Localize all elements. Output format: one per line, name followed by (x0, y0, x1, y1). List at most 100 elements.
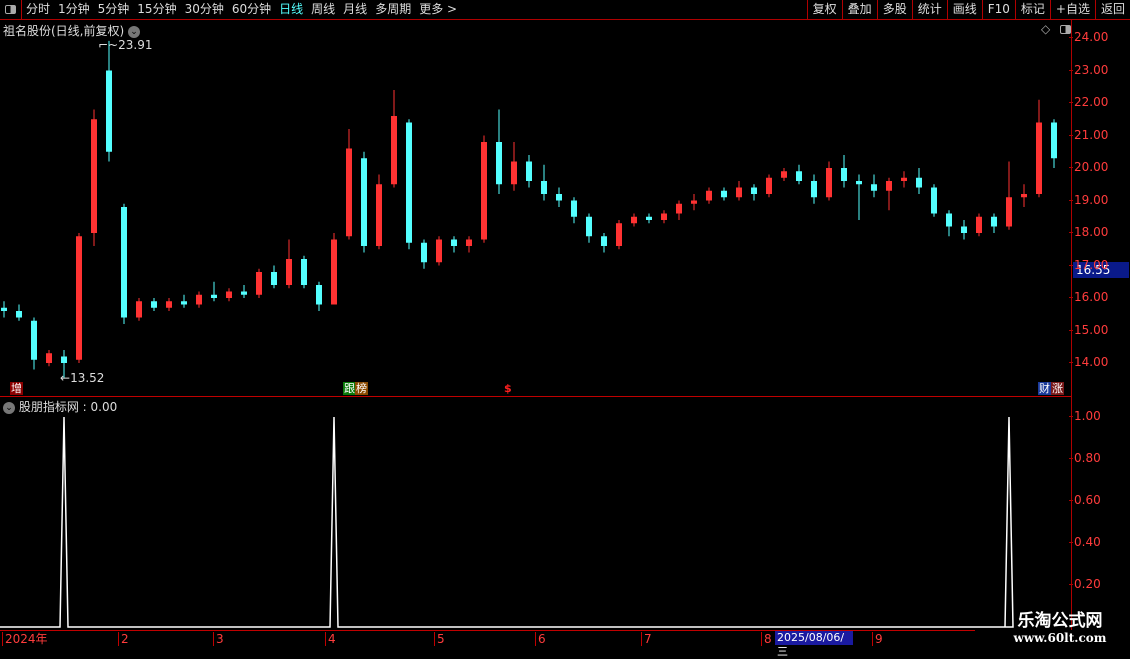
candle-body[interactable] (706, 190, 712, 201)
marker-dollar[interactable]: $ (503, 382, 513, 395)
candle-body[interactable] (46, 353, 52, 363)
date-label: 9 (872, 632, 883, 646)
candle-body[interactable] (541, 181, 547, 194)
price-chart (0, 40, 1057, 628)
candle-body[interactable] (916, 177, 922, 188)
candle-body[interactable] (751, 187, 757, 195)
candle-body[interactable] (781, 171, 787, 178)
indicator-tick: 1.00 (1069, 409, 1101, 423)
candle-body[interactable] (226, 291, 232, 299)
candle-body[interactable] (796, 171, 802, 181)
candle-body[interactable] (961, 226, 967, 234)
candle-body[interactable] (361, 158, 367, 246)
candle-body[interactable] (61, 356, 67, 364)
candle-body[interactable] (901, 177, 907, 181)
price-tick: 16.00 (1068, 290, 1109, 304)
candle-body[interactable] (871, 184, 877, 191)
candle-body[interactable] (466, 239, 472, 247)
candle-body[interactable] (211, 294, 217, 298)
low-annotation: ←13.52 (60, 371, 105, 385)
candle-body[interactable] (31, 320, 37, 360)
candle-body[interactable] (1051, 122, 1057, 159)
candle-body[interactable] (481, 142, 487, 240)
candle-body[interactable] (841, 168, 847, 181)
candle-body[interactable] (856, 181, 862, 185)
marker-cai[interactable]: 财 (1038, 382, 1051, 395)
candle-body[interactable] (946, 213, 952, 227)
candle-body[interactable] (766, 177, 772, 194)
indicator-tick: 0.80 (1069, 451, 1101, 465)
date-label: 7 (641, 632, 652, 646)
candle-body[interactable] (181, 301, 187, 305)
chevron-down-icon[interactable]: ⌄ (3, 401, 15, 414)
candle-body[interactable] (886, 181, 892, 191)
candle-body[interactable] (1006, 197, 1012, 227)
candle-body[interactable] (721, 190, 727, 198)
candle-body[interactable] (661, 213, 667, 221)
date-label: 8 (761, 632, 772, 646)
candle-body[interactable] (931, 187, 937, 214)
candle-body[interactable] (16, 311, 22, 318)
price-tick: 15.00 (1068, 322, 1109, 337)
candle-body[interactable] (1, 307, 7, 311)
candle-body[interactable] (691, 200, 697, 204)
candle-body[interactable] (136, 301, 142, 318)
candle-body[interactable] (511, 161, 517, 185)
marker-zhang[interactable]: 涨 (1051, 382, 1064, 395)
candle-body[interactable] (286, 259, 292, 285)
candle-body[interactable] (151, 301, 157, 308)
candle-body[interactable] (496, 142, 502, 185)
candle-body[interactable] (571, 200, 577, 217)
candle-body[interactable] (436, 239, 442, 263)
candle-body[interactable] (991, 216, 997, 227)
candle-body[interactable] (646, 216, 652, 220)
candle-body[interactable] (331, 239, 337, 305)
date-label: 3 (213, 632, 224, 646)
candle-body[interactable] (616, 223, 622, 246)
candle-body[interactable] (421, 242, 427, 263)
date-label: 2024年 (2, 632, 48, 646)
candle-body[interactable] (271, 272, 277, 285)
candle-body[interactable] (391, 116, 397, 185)
candle-body[interactable] (196, 294, 202, 305)
indicator-tick: 0.40 (1069, 535, 1101, 549)
candle-body[interactable] (91, 119, 97, 233)
candle-body[interactable] (1021, 194, 1027, 198)
candle-body[interactable] (976, 216, 982, 233)
candle-body[interactable] (826, 168, 832, 198)
marker-zeng[interactable]: 增 (10, 382, 23, 395)
price-tick: 22.00 (1068, 95, 1109, 109)
candle-body[interactable] (106, 70, 112, 152)
candle-body[interactable] (301, 259, 307, 285)
watermark-url: www.60lt.com (1013, 631, 1107, 645)
candle-body[interactable] (736, 187, 742, 198)
candle-body[interactable] (346, 148, 352, 237)
candle-body[interactable] (526, 161, 532, 182)
candle-body[interactable] (586, 216, 592, 237)
candle-body[interactable] (121, 207, 127, 318)
price-tick: 14.00 (1068, 355, 1109, 369)
indicator-title: ⌄ 股朋指标网 : 0.00 (3, 398, 117, 415)
candle-body[interactable] (811, 181, 817, 198)
panel-divider[interactable] (0, 396, 1071, 397)
marker-bang[interactable]: 榜 (355, 382, 368, 395)
candle-body[interactable] (451, 239, 457, 247)
indicator-tick: 0.20 (1069, 577, 1101, 591)
candle-body[interactable] (601, 236, 607, 246)
candle-body[interactable] (256, 272, 262, 295)
candle-body[interactable] (1036, 122, 1042, 195)
candle-body[interactable] (406, 122, 412, 243)
candle-body[interactable] (76, 236, 82, 360)
candle-body[interactable] (316, 285, 322, 305)
candle-body[interactable] (166, 301, 172, 308)
indicator-name: 股朋指标网 (18, 400, 79, 414)
indicator-value: : 0.00 (82, 400, 118, 414)
candle-body[interactable] (556, 194, 562, 201)
candle-body[interactable] (676, 203, 682, 214)
candle-body[interactable] (376, 184, 382, 246)
toolbar-button[interactable]: 返回 (1094, 0, 1130, 19)
low-price: 13.52 (70, 371, 105, 385)
candle-body[interactable] (241, 291, 247, 295)
watermark-name: 乐淘公式网 (1017, 611, 1103, 631)
candle-body[interactable] (631, 216, 637, 224)
